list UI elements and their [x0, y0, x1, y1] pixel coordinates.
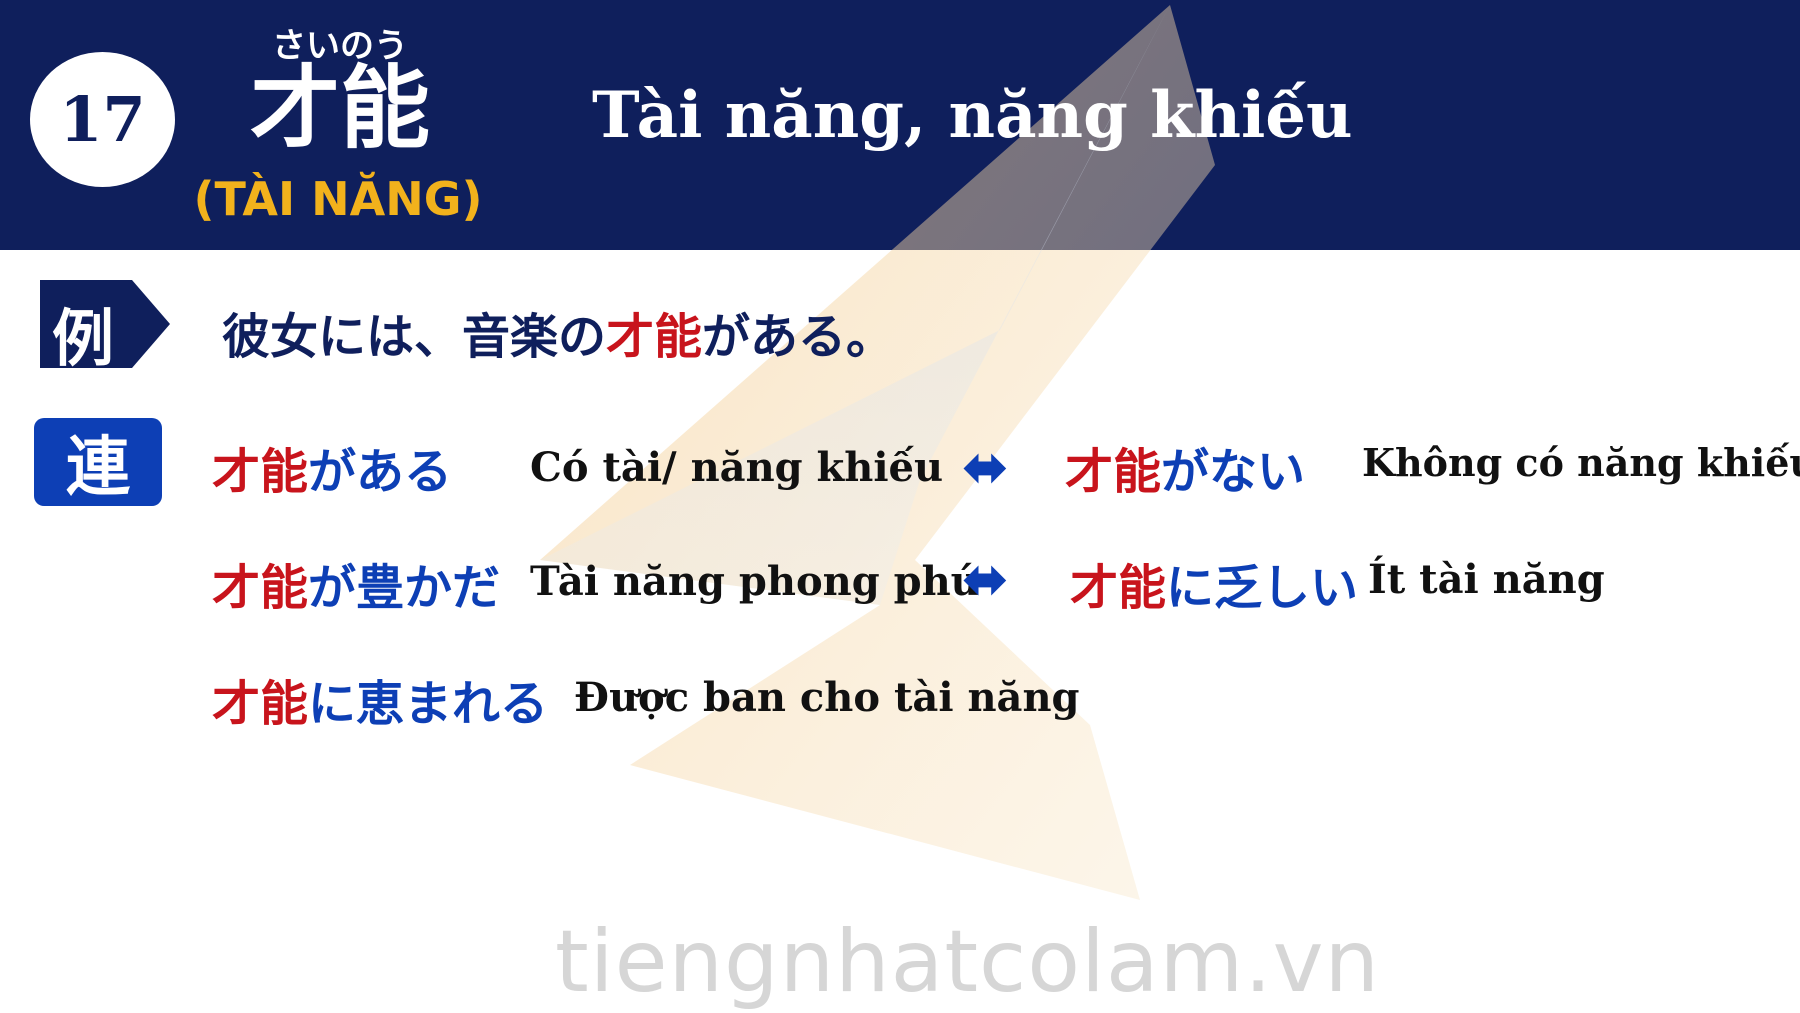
collocation-rest: が豊かだ — [308, 560, 501, 616]
opposite-collocation-phrase: 才能がない — [1065, 432, 1305, 502]
collocation-kanji: 才能 — [212, 444, 309, 500]
double-arrow-icon: ⬌ — [962, 547, 1009, 612]
collocation-kanji: 才能 — [212, 676, 309, 732]
collocation-translation: Được ban cho tài năng — [574, 674, 1080, 721]
opposite-kanji: 才能 — [1065, 444, 1162, 500]
opposite-translation: Ít tài năng — [1368, 556, 1605, 603]
example-tag: 例 — [40, 280, 170, 375]
site-watermark: tiengnhatcolam.vn — [555, 912, 1381, 1012]
collocation-translation: Tài năng phong phú — [530, 558, 980, 605]
opposite-kanji: 才能 — [1070, 560, 1167, 616]
collocation-rest: がある — [308, 444, 453, 500]
collocation-rest: に恵まれる — [308, 676, 549, 732]
lesson-number-badge: 17 — [30, 52, 175, 187]
collocation-kanji: 才能 — [212, 560, 309, 616]
collocation-tag: 連 — [34, 418, 162, 506]
collocation-phrase: 才能が豊かだ — [212, 548, 500, 618]
kanji-title: 才能 — [250, 56, 430, 161]
collocation-translation: Có tài/ năng khiếu — [530, 444, 944, 491]
collocation-phrase: 才能がある — [212, 432, 452, 502]
double-arrow-icon: ⬌ — [962, 435, 1009, 500]
example-before: 彼女には、音楽の — [222, 309, 607, 365]
example-highlight: 才能 — [606, 309, 703, 365]
opposite-translation: Không có năng khiếu — [1362, 440, 1800, 485]
meaning-title: Tài năng, năng khiếu — [592, 78, 1353, 153]
example-tag-label: 例 — [52, 302, 115, 375]
collocation-phrase: 才能に恵まれる — [212, 664, 548, 734]
example-sentence: 彼女には、音楽の才能がある。 — [222, 297, 894, 367]
opposite-collocation-phrase: 才能に乏しい — [1070, 548, 1358, 618]
opposite-rest: がない — [1161, 444, 1306, 500]
sino-vietnamese-reading: (TÀI NĂNG) — [193, 172, 483, 226]
example-after: がある。 — [702, 309, 895, 365]
opposite-rest: に乏しい — [1166, 560, 1359, 616]
